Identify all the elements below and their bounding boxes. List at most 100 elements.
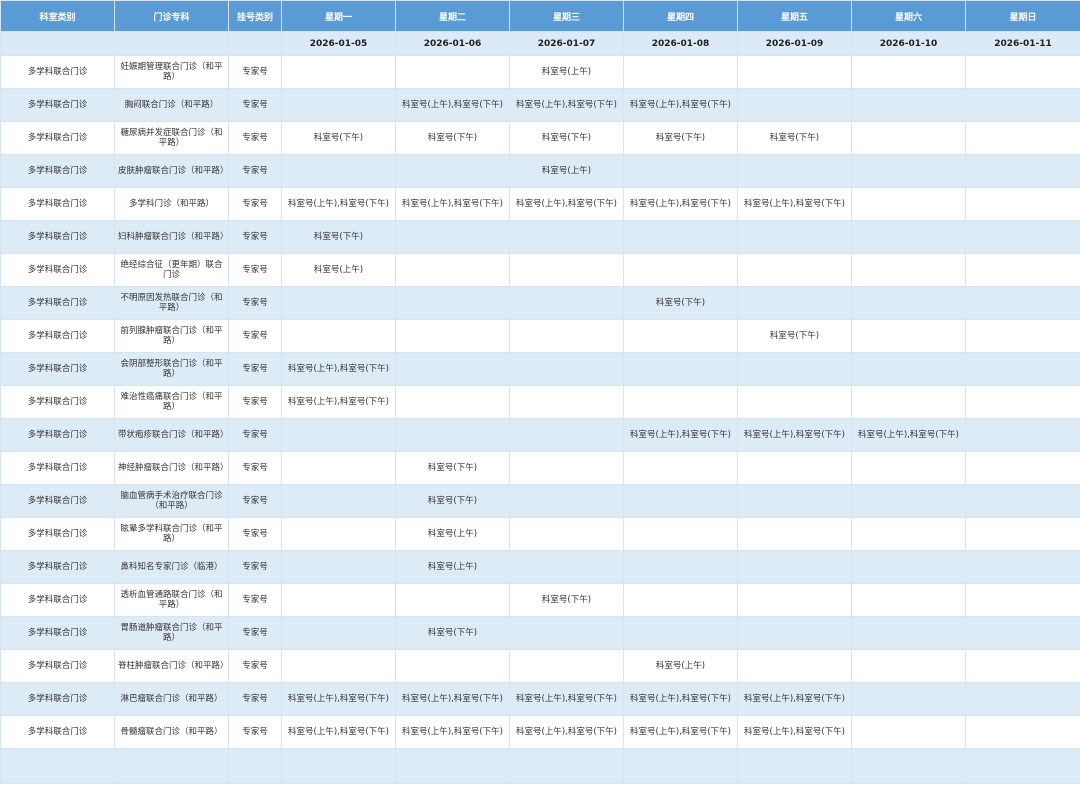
empty-cell [0, 748, 115, 784]
wednesday-slot-cell[interactable]: 科室号(上午),科室号(下午) [509, 715, 624, 749]
saturday-slot-cell[interactable]: 科室号(上午),科室号(下午) [851, 418, 966, 452]
tuesday-slot-cell[interactable]: 科室号(下午) [395, 616, 510, 650]
monday-slot-cell[interactable]: 科室号(下午) [281, 220, 396, 254]
col-header-wednesday[interactable]: 星期三 [509, 0, 624, 32]
thursday-slot-cell[interactable]: 科室号(上午) [623, 649, 738, 683]
tuesday-slot-cell[interactable]: 科室号(下午) [395, 121, 510, 155]
col-header-tuesday[interactable]: 星期二 [395, 0, 510, 32]
thursday-slot-cell[interactable]: 科室号(上午),科室号(下午) [623, 715, 738, 749]
thursday-slot-cell [623, 550, 738, 584]
wednesday-slot-cell[interactable]: 科室号(下午) [509, 121, 624, 155]
tuesday-slot-cell[interactable]: 科室号(上午) [395, 517, 510, 551]
wednesday-slot-cell [509, 253, 624, 287]
thursday-slot-cell[interactable]: 科室号(下午) [623, 121, 738, 155]
date-cell [114, 31, 229, 56]
registration-type-cell: 专家号 [228, 715, 282, 749]
tuesday-slot-cell[interactable]: 科室号(上午) [395, 550, 510, 584]
wednesday-slot-cell[interactable]: 科室号(上午) [509, 55, 624, 89]
wednesday-slot-cell[interactable]: 科室号(上午) [509, 154, 624, 188]
table-row: 多学科联合门诊 难治性癌痛联合门诊（和平路） 专家号 科室号(上午),科室号(下午) [0, 385, 1080, 419]
table-row: 多学科联合门诊 神经肿瘤联合门诊（和平路） 专家号 科室号(下午) [0, 451, 1080, 485]
registration-type-cell: 专家号 [228, 55, 282, 89]
tuesday-slot-cell[interactable]: 科室号(上午),科室号(下午) [395, 715, 510, 749]
empty-cell [509, 748, 624, 784]
date-cell-wednesday: 2026-01-07 [509, 31, 624, 56]
friday-slot-cell[interactable]: 科室号(上午),科室号(下午) [737, 715, 852, 749]
empty-cell [281, 748, 396, 784]
col-header-specialty[interactable]: 门诊专科 [114, 0, 229, 32]
monday-slot-cell[interactable]: 科室号(上午),科室号(下午) [281, 715, 396, 749]
friday-slot-cell [737, 286, 852, 320]
friday-slot-cell[interactable]: 科室号(下午) [737, 121, 852, 155]
specialty-cell: 淋巴瘤联合门诊（和平路） [114, 682, 229, 716]
dept-category-cell: 多学科联合门诊 [0, 616, 115, 650]
specialty-cell: 皮肤肿瘤联合门诊（和平路） [114, 154, 229, 188]
table-row: 多学科联合门诊 会阴部整形联合门诊（和平路） 专家号 科室号(上午),科室号(下午) [0, 352, 1080, 386]
sunday-slot-cell [965, 682, 1080, 716]
dept-category-cell: 多学科联合门诊 [0, 649, 115, 683]
dept-category-cell: 多学科联合门诊 [0, 88, 115, 122]
thursday-slot-cell [623, 352, 738, 386]
thursday-slot-cell[interactable]: 科室号(上午),科室号(下午) [623, 187, 738, 221]
monday-slot-cell[interactable]: 科室号(上午),科室号(下午) [281, 385, 396, 419]
tuesday-slot-cell[interactable]: 科室号(上午),科室号(下午) [395, 682, 510, 716]
tuesday-slot-cell [395, 154, 510, 188]
saturday-slot-cell [851, 649, 966, 683]
wednesday-slot-cell[interactable]: 科室号(上午),科室号(下午) [509, 682, 624, 716]
monday-slot-cell[interactable]: 科室号(下午) [281, 121, 396, 155]
monday-slot-cell[interactable]: 科室号(上午) [281, 253, 396, 287]
thursday-slot-cell[interactable]: 科室号(上午),科室号(下午) [623, 682, 738, 716]
col-header-registration-type[interactable]: 挂号类别 [228, 0, 282, 32]
col-header-sunday[interactable]: 星期日 [965, 0, 1080, 32]
thursday-slot-cell [623, 583, 738, 617]
saturday-slot-cell [851, 385, 966, 419]
specialty-cell: 多学科门诊（和平路） [114, 187, 229, 221]
tuesday-slot-cell[interactable]: 科室号(下午) [395, 451, 510, 485]
col-header-thursday[interactable]: 星期四 [623, 0, 738, 32]
table-row: 多学科联合门诊 前列腺肿瘤联合门诊（和平路） 专家号 科室号(下午) [0, 319, 1080, 353]
friday-slot-cell[interactable]: 科室号(上午),科室号(下午) [737, 187, 852, 221]
friday-slot-cell[interactable]: 科室号(上午),科室号(下午) [737, 682, 852, 716]
tuesday-slot-cell[interactable]: 科室号(上午),科室号(下午) [395, 88, 510, 122]
col-header-friday[interactable]: 星期五 [737, 0, 852, 32]
registration-type-cell: 专家号 [228, 418, 282, 452]
registration-type-cell: 专家号 [228, 385, 282, 419]
registration-type-cell: 专家号 [228, 583, 282, 617]
friday-slot-cell[interactable]: 科室号(上午),科室号(下午) [737, 418, 852, 452]
friday-slot-cell [737, 550, 852, 584]
monday-slot-cell [281, 649, 396, 683]
tuesday-slot-cell[interactable]: 科室号(下午) [395, 484, 510, 518]
sunday-slot-cell [965, 253, 1080, 287]
wednesday-slot-cell[interactable]: 科室号(上午),科室号(下午) [509, 88, 624, 122]
tuesday-slot-cell [395, 220, 510, 254]
table-row: 多学科联合门诊 带状疱疹联合门诊（和平路） 专家号 科室号(上午),科室号(下午) 科室… [0, 418, 1080, 452]
wednesday-slot-cell [509, 319, 624, 353]
friday-slot-cell [737, 352, 852, 386]
empty-cell [851, 748, 966, 784]
col-header-monday[interactable]: 星期一 [281, 0, 396, 32]
date-cell-sunday: 2026-01-11 [965, 31, 1080, 56]
registration-type-cell: 专家号 [228, 286, 282, 320]
tuesday-slot-cell [395, 55, 510, 89]
monday-slot-cell[interactable]: 科室号(上午),科室号(下午) [281, 682, 396, 716]
sunday-slot-cell [965, 451, 1080, 485]
friday-slot-cell [737, 484, 852, 518]
date-cell [0, 31, 115, 56]
wednesday-slot-cell[interactable]: 科室号(下午) [509, 583, 624, 617]
tuesday-slot-cell [395, 319, 510, 353]
sunday-slot-cell [965, 418, 1080, 452]
wednesday-slot-cell[interactable]: 科室号(上午),科室号(下午) [509, 187, 624, 221]
specialty-cell: 脊柱肿瘤联合门诊（和平路） [114, 649, 229, 683]
monday-slot-cell[interactable]: 科室号(上午),科室号(下午) [281, 352, 396, 386]
col-header-dept-category[interactable]: 科室类别 [0, 0, 115, 32]
saturday-slot-cell [851, 352, 966, 386]
tuesday-slot-cell[interactable]: 科室号(上午),科室号(下午) [395, 187, 510, 221]
monday-slot-cell [281, 319, 396, 353]
thursday-slot-cell[interactable]: 科室号(上午),科室号(下午) [623, 418, 738, 452]
thursday-slot-cell[interactable]: 科室号(上午),科室号(下午) [623, 88, 738, 122]
thursday-slot-cell[interactable]: 科室号(下午) [623, 286, 738, 320]
col-header-saturday[interactable]: 星期六 [851, 0, 966, 32]
date-row: 2026-01-05 2026-01-06 2026-01-07 2026-01… [0, 31, 1080, 56]
monday-slot-cell[interactable]: 科室号(上午),科室号(下午) [281, 187, 396, 221]
friday-slot-cell[interactable]: 科室号(下午) [737, 319, 852, 353]
